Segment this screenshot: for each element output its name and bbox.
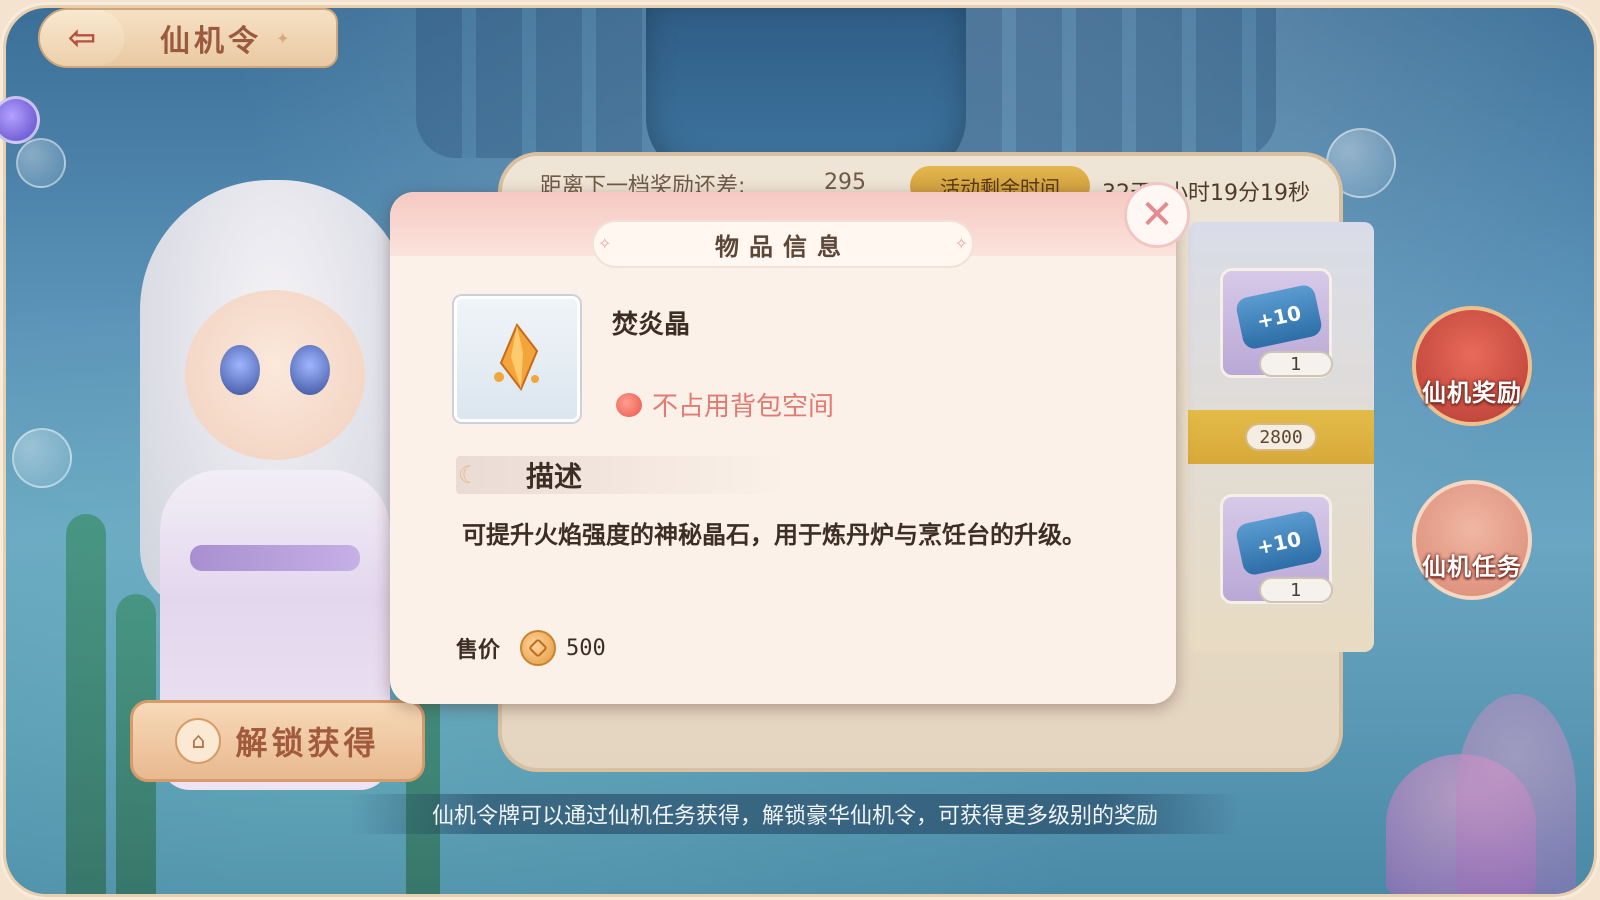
level-badge: 2800 <box>1245 423 1317 451</box>
coral-decoration <box>1456 694 1576 894</box>
item-name: 焚炎晶 <box>612 310 691 340</box>
back-button[interactable]: ⇦ <box>40 10 124 66</box>
rewards-side-button[interactable]: 仙机奖励 <box>1412 306 1532 426</box>
dialog-title: 物品信息 <box>715 232 851 261</box>
price-row: 售价 500 <box>456 630 606 666</box>
lock-icon: ⌂ <box>175 718 222 764</box>
seaweed-decoration <box>66 514 106 894</box>
sparkle-icon: ✧ <box>954 234 968 253</box>
bubble-decoration <box>12 428 72 488</box>
tasks-side-button[interactable]: 仙机任务 <box>1412 480 1532 600</box>
scroll-icon: +10 <box>1234 509 1324 577</box>
title-bar: ⇦ 仙机令 ✦ <box>38 8 338 68</box>
no-bag-space-label: 不占用背包空间 <box>652 392 835 422</box>
description-header: ☾ 描述 <box>456 456 786 494</box>
no-bag-space-tag: 不占用背包空间 <box>616 386 834 423</box>
moon-icon: ☾ <box>458 461 480 489</box>
price-label: 售价 <box>456 638 501 663</box>
character-eye <box>290 345 330 395</box>
price-value: 500 <box>566 635 606 661</box>
item-info-dialog: ✧ 物品信息 ✧ 焚炎晶 不占用背包空间 ☾ 描述 可提升火焰强度的神秘晶石，用… <box>390 192 1176 704</box>
coin-icon <box>520 630 557 666</box>
reward-card[interactable]: +10 1 <box>1220 494 1333 604</box>
rewards-side-label: 仙机奖励 <box>1422 379 1522 407</box>
character-eye <box>220 345 260 395</box>
sparkle-icon: ✧ <box>598 234 612 253</box>
scroll-icon: +10 <box>1234 283 1324 351</box>
character-face <box>185 290 365 460</box>
sparkle-icon: ✦ <box>276 28 290 48</box>
item-icon-frame <box>454 296 580 422</box>
reward-count: 1 <box>1259 351 1333 377</box>
dialog-title-pill: ✧ 物品信息 ✧ <box>592 220 974 268</box>
reward-card[interactable]: +10 1 <box>1220 268 1333 378</box>
close-button[interactable]: ✕ <box>1124 182 1190 248</box>
crystal-icon <box>494 323 539 391</box>
reward-count: 1 <box>1259 577 1333 603</box>
tasks-emblem-icon <box>1412 480 1532 600</box>
peach-icon <box>616 392 642 417</box>
character-sash <box>190 545 360 571</box>
description-title: 描述 <box>526 460 583 493</box>
rewards-emblem-icon <box>1412 306 1532 426</box>
back-arrow-icon: ⇦ <box>67 18 97 58</box>
bottom-tip: 仙机令牌可以通过仙机任务获得，解锁豪华仙机令，可获得更多级别的奖励 <box>350 794 1240 834</box>
unlock-button[interactable]: ⌂ 解锁获得 <box>130 700 425 782</box>
description-text: 可提升火焰强度的神秘晶石，用于炼丹炉与烹饪台的升级。 <box>462 521 1086 549</box>
bubble-decoration <box>16 138 66 188</box>
unlock-button-label: 解锁获得 <box>235 724 380 762</box>
close-icon: ✕ <box>1140 192 1174 238</box>
page-title: 仙机令 <box>160 24 262 59</box>
tasks-side-label: 仙机任务 <box>1422 553 1522 581</box>
